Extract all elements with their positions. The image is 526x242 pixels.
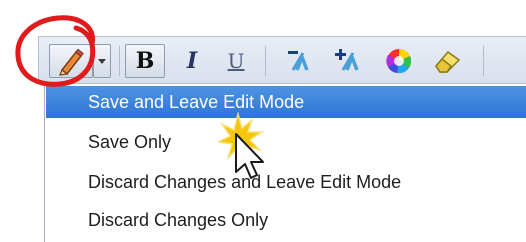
menu-item-discard-and-leave[interactable]: Discard Changes and Leave Edit Mode bbox=[46, 166, 526, 198]
underline-button[interactable]: U bbox=[219, 44, 253, 78]
bold-button[interactable]: B bbox=[125, 44, 165, 78]
color-wheel-icon bbox=[386, 48, 412, 74]
toolbar-separator bbox=[483, 46, 484, 76]
bold-label: B bbox=[135, 48, 155, 74]
italic-label: I bbox=[186, 48, 198, 74]
annotation-circle-icon bbox=[15, 15, 96, 87]
color-button[interactable] bbox=[379, 44, 419, 78]
eraser-button[interactable] bbox=[427, 44, 467, 78]
text-shrink-button[interactable] bbox=[281, 44, 319, 78]
eraser-icon bbox=[435, 50, 461, 73]
toolbar-separator bbox=[265, 46, 266, 76]
mouse-cursor-icon bbox=[218, 112, 265, 179]
decrease-indent-icon bbox=[288, 51, 309, 71]
text-grow-button[interactable] bbox=[329, 44, 369, 78]
menu-item-discard-only[interactable]: Discard Changes Only bbox=[46, 204, 526, 236]
menu-item-label: Discard Changes Only bbox=[88, 210, 269, 230]
italic-button[interactable]: I bbox=[175, 44, 209, 78]
increase-indent-icon bbox=[335, 49, 359, 71]
underline-label: U bbox=[227, 49, 245, 73]
menu-item-label: Save Only bbox=[88, 132, 172, 152]
menu-item-save-only[interactable]: Save Only bbox=[46, 126, 526, 158]
menu-item-label: Save and Leave Edit Mode bbox=[88, 92, 305, 112]
